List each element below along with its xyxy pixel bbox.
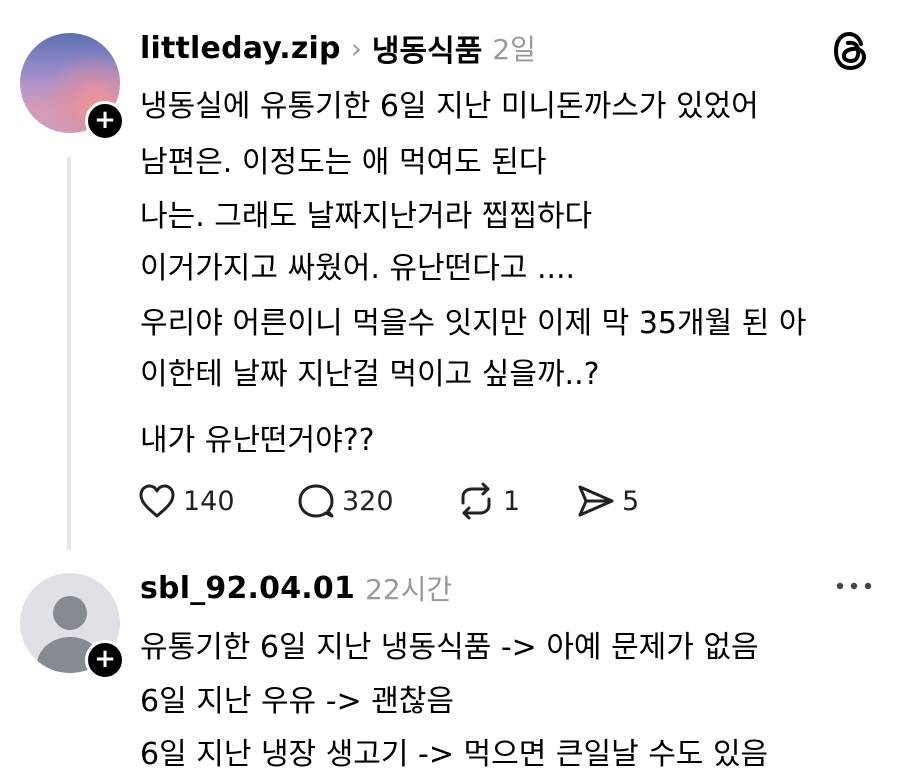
post-text-line-2: 남편은. 이정도는 애 먹여도 된다 [140, 145, 547, 180]
repost-button[interactable]: 1 [455, 478, 520, 524]
thread-line [67, 157, 71, 550]
post-text-line-1: 냉동실에 유통기한 6일 지난 미니돈까스가 있었어 [140, 89, 759, 124]
like-count: 140 [183, 485, 235, 517]
reply-header: sbl_92.04.01 22시간 [140, 568, 452, 608]
post-text-line-7: 내가 유난떤거야?? [140, 423, 375, 458]
comment-icon [298, 484, 334, 518]
send-icon [578, 485, 614, 517]
plus-icon: + [94, 644, 116, 674]
post-username[interactable]: littleday.zip [140, 31, 341, 66]
threads-logo-icon[interactable] [832, 30, 870, 72]
post-text-line-4: 이거가지고 싸웠어. 유난떤다고 .... [140, 251, 576, 286]
post-text-line-5: 우리야 어른이니 먹을수 잇지만 이제 막 35개월 된 아 [140, 306, 807, 341]
share-count: 5 [622, 485, 640, 517]
reply-text-line-3: 6일 지난 냉장 생고기 -> 먹으면 큰일날 수도 있음 [140, 737, 769, 772]
reply-text-line-1: 유통기한 6일 지난 냉동식품 -> 아예 문제가 없음 [140, 630, 759, 665]
reply-username[interactable]: sbl_92.04.01 [140, 571, 355, 606]
chevron-right-icon: › [350, 31, 362, 65]
more-icon[interactable] [834, 578, 874, 594]
post-topic-tag[interactable]: 냉동식품 [372, 26, 482, 70]
repost-icon [461, 482, 491, 520]
follow-reply-author-button[interactable]: + [85, 640, 125, 680]
comment-count: 320 [342, 485, 394, 517]
like-button[interactable]: 140 [137, 478, 235, 524]
share-button[interactable]: 5 [576, 478, 639, 524]
post-text-line-6: 이한테 날짜 지난걸 먹이고 싶을까..? [140, 357, 600, 392]
reply-timestamp: 22시간 [365, 573, 453, 606]
post-timestamp: 2일 [492, 33, 536, 66]
post-text-line-3: 나는. 그래도 날짜지난거라 찝찝하다 [140, 199, 593, 234]
post-header: littleday.zip › 냉동식품 2일 [140, 26, 536, 70]
repost-count: 1 [503, 485, 521, 517]
comment-button[interactable]: 320 [296, 478, 394, 524]
reply-text-line-2: 6일 지난 우유 -> 괜찮음 [140, 684, 454, 719]
follow-post-author-button[interactable]: + [85, 101, 125, 141]
plus-icon: + [94, 105, 116, 135]
heart-icon [139, 484, 175, 518]
